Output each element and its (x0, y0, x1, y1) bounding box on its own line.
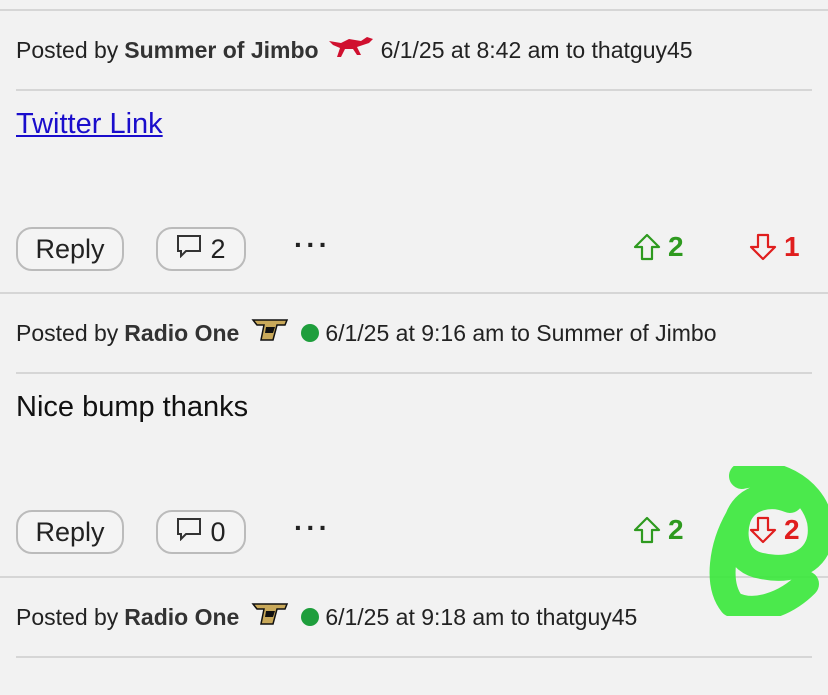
downvote-button[interactable]: 1 (748, 231, 800, 263)
author-link[interactable]: Radio One (124, 320, 239, 347)
purdue-p-logo-icon (247, 317, 293, 349)
post-body: Nice bump thanks (16, 391, 249, 423)
downvote-count: 1 (784, 231, 800, 262)
reply-button[interactable]: Reply (16, 227, 124, 271)
comments-button[interactable]: 0 (156, 510, 246, 554)
annotation-scribble (709, 466, 828, 616)
thumbs-down-arrow-icon (749, 233, 777, 261)
comment-count: 0 (210, 516, 226, 547)
post-actions: Reply 2 ··· 2 1 (0, 227, 828, 277)
comment-count: 2 (210, 233, 226, 264)
author-link[interactable]: Radio One (124, 604, 239, 631)
more-options-button[interactable]: ··· (294, 229, 331, 261)
upvote-button[interactable]: 2 (632, 514, 684, 546)
post-body: Twitter Link (16, 108, 163, 141)
online-status-icon (301, 324, 320, 342)
posted-by-label: Posted by (16, 603, 119, 630)
online-status-icon (301, 608, 320, 626)
comment-icon (176, 234, 202, 265)
more-options-button[interactable]: ··· (294, 512, 331, 544)
comment-icon (176, 517, 202, 548)
upvote-count: 2 (668, 231, 684, 262)
posted-by-label: Posted by (16, 36, 119, 63)
author-link[interactable]: Summer of Jimbo (124, 37, 318, 64)
posted-by-label: Posted by (16, 319, 119, 346)
upvote-count: 2 (668, 514, 684, 545)
post-header: Posted by Radio One 6/1/25 at 9:16 am to… (16, 294, 812, 374)
mustang-logo-icon (327, 35, 375, 65)
upvote-button[interactable]: 2 (632, 231, 684, 263)
post-meta[interactable]: 6/1/25 at 9:18 am to thatguy45 (325, 604, 637, 631)
reply-button[interactable]: Reply (16, 510, 124, 554)
twitter-link[interactable]: Twitter Link (16, 108, 163, 140)
post-meta[interactable]: 6/1/25 at 8:42 am to thatguy45 (381, 37, 693, 64)
post-header: Posted by Radio One 6/1/25 at 9:18 am to… (16, 578, 812, 658)
post-header: Posted by Summer of Jimbo 6/1/25 at 8:42… (16, 11, 812, 91)
comments-button[interactable]: 2 (156, 227, 246, 271)
post-meta[interactable]: 6/1/25 at 9:16 am to Summer of Jimbo (325, 320, 716, 347)
purdue-p-logo-icon (247, 601, 293, 633)
thumbs-up-arrow-icon (633, 516, 661, 544)
thumbs-up-arrow-icon (633, 233, 661, 261)
